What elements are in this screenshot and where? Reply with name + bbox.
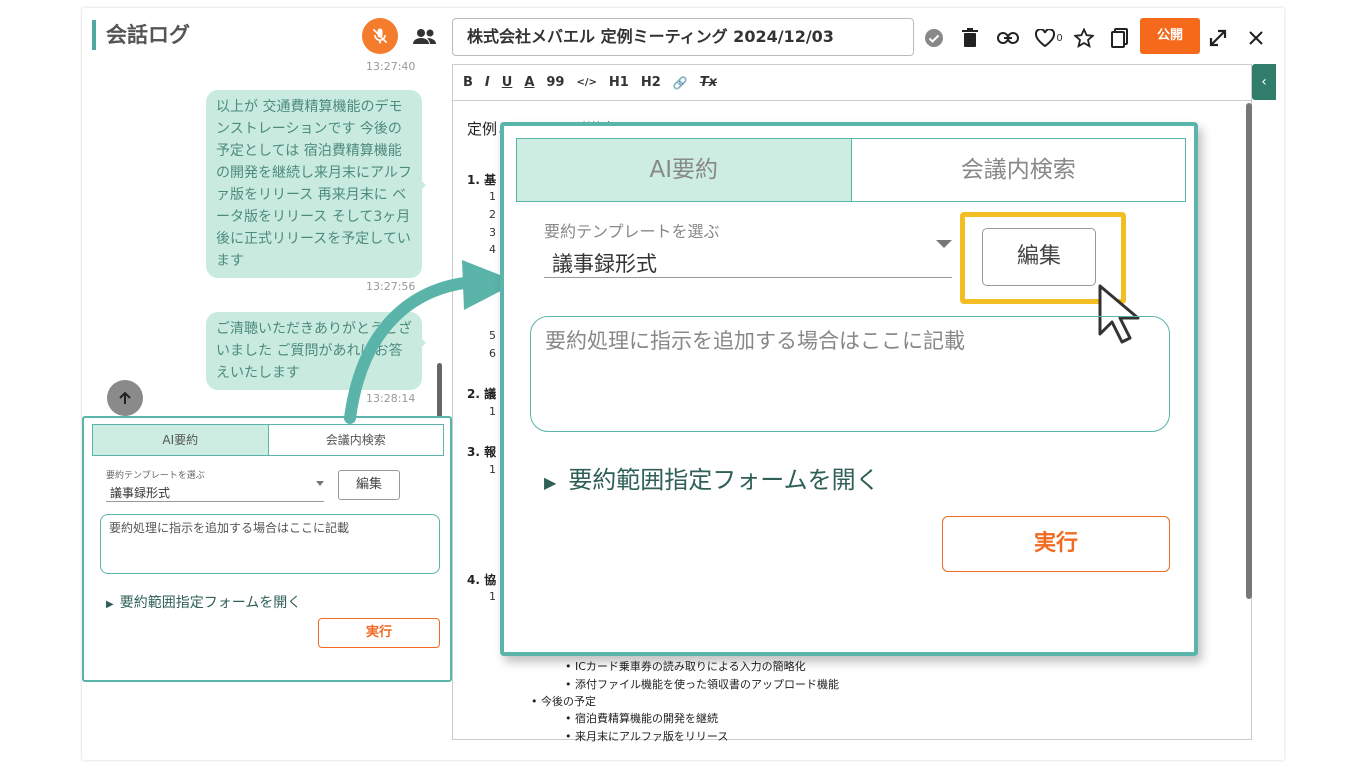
meeting-title-input[interactable]: 株式会社メバエル 定例ミーティング 2024/12/03 [452, 18, 914, 56]
edit-template-button[interactable]: 編集 [338, 470, 400, 500]
doc-line: • ICカード乗車券の読み取りによる入力の簡略化 [565, 660, 806, 673]
callout-arrow [344, 260, 518, 424]
editor-toolbar: B I U A 99 </> H1 H2 🔗 Tx [453, 65, 1251, 101]
summary-tabs: AI要約 会議内検索 [516, 138, 1186, 202]
doc-line: • 来月末にアルファ版をリリース [565, 730, 729, 743]
list-number: 1 [489, 463, 496, 476]
close-icon[interactable] [1244, 26, 1268, 50]
copy-document-icon[interactable] [1108, 26, 1132, 50]
arrow-up-icon [119, 391, 131, 404]
collapse-panel-button[interactable]: ‹ [1252, 64, 1276, 100]
edit-template-button[interactable]: 編集 [982, 228, 1096, 286]
list-number: 2 [489, 208, 496, 221]
editor-scrollbar[interactable] [1246, 103, 1252, 599]
caret-down-icon[interactable] [316, 481, 324, 486]
range-form-toggle[interactable]: ▶ 要約範囲指定フォームを開く [106, 592, 301, 612]
tab-ai-summary[interactable]: AI要約 [93, 425, 269, 455]
app-window: 会話ログ 株式会社メバエル 定例ミーティング 2024/12/03 0 公開 1… [82, 8, 1284, 760]
doc-line: • 今後の予定 [531, 695, 596, 708]
range-toggle-label: 要約範囲指定フォームを開く [119, 595, 302, 611]
list-number: 1 [489, 590, 496, 603]
clear-format-button[interactable]: Tx [700, 75, 717, 90]
code-button[interactable]: </> [576, 77, 596, 88]
range-form-toggle[interactable]: ▶ 要約範囲指定フォームを開く [544, 460, 880, 495]
run-button[interactable]: 実行 [318, 618, 440, 648]
message-timestamp: 13:27:40 [366, 60, 416, 73]
doc-heading: 3. 報 [467, 445, 497, 459]
doc-line: • 宿泊費精算機能の開発を継続 [565, 712, 718, 725]
quote-button[interactable]: 99 [546, 75, 564, 90]
h2-button[interactable]: H2 [641, 75, 661, 90]
heart-icon [1035, 29, 1056, 47]
instruction-textarea[interactable]: 要約処理に指示を追加する場合はここに記載 [100, 514, 440, 574]
list-number: 1 [489, 190, 496, 203]
chevron-left-icon: ‹ [1261, 74, 1267, 90]
caret-down-icon[interactable] [936, 240, 952, 248]
scroll-up-button[interactable] [107, 380, 143, 416]
publish-button[interactable]: 公開 [1140, 18, 1200, 54]
doc-heading: 4. 協 [467, 573, 497, 587]
trash-icon[interactable] [958, 26, 982, 50]
panel-title: 会話ログ [92, 20, 190, 50]
run-button[interactable]: 実行 [942, 516, 1170, 572]
list-number: 3 [489, 226, 496, 239]
triangle-right-icon: ▶ [544, 473, 557, 492]
tab-meeting-search[interactable]: 会議内検索 [852, 139, 1186, 201]
bold-button[interactable]: B [463, 75, 473, 90]
link-insert-icon[interactable]: 🔗 [673, 76, 688, 90]
link-icon[interactable] [996, 26, 1020, 50]
expand-icon[interactable] [1206, 26, 1230, 50]
template-label: 要約テンプレートを選ぶ [544, 222, 720, 241]
triangle-right-icon: ▶ [106, 599, 114, 610]
zoomed-summary-panel: AI要約 会議内検索 要約テンプレートを選ぶ 議事録形式 編集 要約処理に指示を… [500, 122, 1198, 656]
like-button[interactable]: 0 [1034, 26, 1064, 50]
h1-button[interactable]: H1 [609, 75, 629, 90]
template-select[interactable]: 議事録形式 [544, 244, 952, 278]
mic-off-icon [372, 28, 388, 44]
check-circle-icon[interactable] [922, 26, 946, 50]
like-count: 0 [1056, 32, 1063, 44]
underline-button[interactable]: U [502, 75, 513, 90]
instruction-textarea[interactable]: 要約処理に指示を追加する場合はここに記載 [530, 316, 1170, 432]
template-select[interactable]: 議事録形式 [106, 480, 324, 502]
text-color-button[interactable]: A [524, 75, 534, 90]
italic-button[interactable]: I [485, 75, 490, 90]
tab-ai-summary[interactable]: AI要約 [517, 139, 852, 201]
range-toggle-label: 要約範囲指定フォームを開く [568, 466, 880, 494]
summary-tabs: AI要約 会議内検索 [92, 424, 444, 456]
star-icon[interactable] [1072, 26, 1096, 50]
tab-meeting-search[interactable]: 会議内検索 [269, 425, 444, 455]
mute-mic-button[interactable] [362, 18, 398, 54]
summary-panel: AI要約 会議内検索 要約テンプレートを選ぶ 議事録形式 編集 要約処理に指示を… [82, 416, 452, 682]
doc-heading: 1. 基 [467, 173, 497, 187]
participants-icon[interactable] [412, 26, 438, 48]
doc-line: • 添付ファイル機能を使った領収書のアップロード機能 [565, 678, 839, 691]
